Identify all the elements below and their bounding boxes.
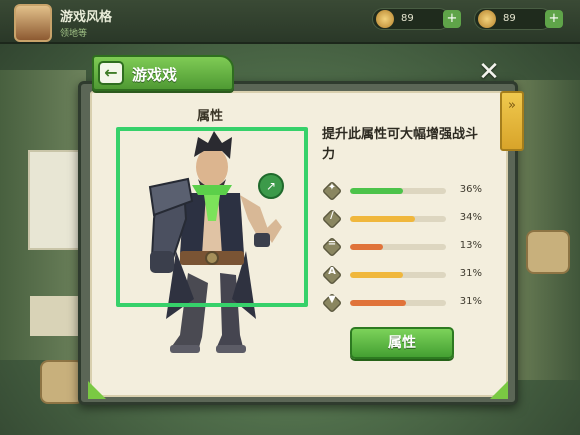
stat-value: 31% [459, 268, 482, 279]
feather-icon: ↗ [265, 179, 277, 193]
stat-row: A 31% [321, 264, 482, 286]
stat-row: / 34% [321, 208, 482, 230]
stat-bar-fill [350, 300, 406, 306]
stat-bar [350, 216, 446, 222]
attribute-button[interactable]: 属性 [350, 327, 454, 359]
gem-icon [478, 10, 496, 28]
attribute-dialog: » ← 游戏戏 ✕ 属性 ↗ 提升此属性可大幅增强战斗力 ✦ 36% / 34%… [78, 55, 524, 405]
stat-bar-fill [350, 216, 416, 222]
stat-glyph: ✦ [327, 182, 337, 193]
add-resource-button-1[interactable]: + [443, 10, 461, 28]
player-subtitle: 领地等 [60, 29, 88, 39]
stat-bar-fill [350, 244, 383, 250]
attribute-heading: 属性 [196, 109, 223, 124]
dialog-title: 游戏戏 [132, 66, 178, 84]
stat-value: 36% [459, 184, 482, 195]
stat-bar [350, 300, 446, 306]
resource-value-2: 89 [503, 13, 516, 24]
background-tile [526, 230, 570, 274]
stat-bar [350, 188, 446, 194]
stat-bar-fill [350, 188, 403, 194]
dialog-title-tab: ← 游戏戏 [92, 55, 234, 91]
back-button[interactable]: ← [98, 61, 124, 85]
attribute-description: 提升此属性可大幅增强战斗力 [322, 127, 479, 162]
stat-glyph: / [330, 210, 334, 221]
stat-value: 31% [459, 296, 482, 307]
stat-glyph: ▼ [328, 294, 336, 305]
chevrons-icon: » [508, 98, 516, 113]
stat-glyph: = [327, 238, 337, 249]
stat-row: ▼ 31% [321, 292, 482, 314]
stat-value: 34% [459, 212, 482, 223]
selection-highlight [116, 127, 308, 307]
resource-counter-2: 89 + [474, 8, 563, 30]
bookmark-tab[interactable]: » [500, 91, 524, 151]
stat-bar [350, 244, 446, 250]
resource-value-1: 89 [401, 13, 414, 24]
stat-bar-fill [350, 272, 403, 278]
player-avatar[interactable] [14, 4, 52, 42]
add-resource-button-2[interactable]: + [545, 10, 563, 28]
arrow-left-icon: ← [104, 63, 118, 82]
stat-value: 13% [459, 240, 482, 251]
corner-decoration-right [490, 381, 508, 399]
coin-icon [376, 10, 394, 28]
close-icon: ✕ [478, 57, 500, 87]
resource-counter-1: 89 + [372, 8, 461, 30]
stat-glyph: A [328, 266, 336, 277]
corner-decoration-left [88, 381, 106, 399]
stat-row: = 13% [321, 236, 482, 258]
player-name: 游戏风格 [60, 10, 113, 25]
top-bar: 游戏风格 领地等 89 + 89 + [0, 0, 580, 44]
skill-badge[interactable]: ↗ [258, 173, 284, 199]
stat-bar [350, 272, 446, 278]
close-button[interactable]: ✕ [474, 57, 504, 87]
stat-row: ✦ 36% [321, 180, 482, 202]
